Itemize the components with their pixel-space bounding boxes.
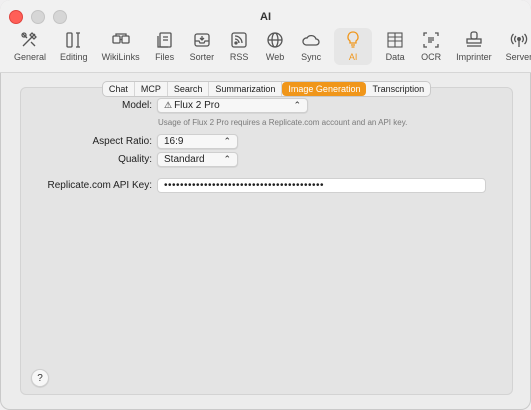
help-button[interactable]: ? [31, 369, 49, 387]
chevron-updown-icon: ⌃ [223, 136, 231, 146]
toolbar-item-sorter[interactable]: Sorter [188, 30, 217, 62]
quality-label: Quality: [118, 154, 152, 165]
toolbar-label: Files [155, 52, 175, 62]
api-key-label: Replicate.com API Key: [47, 180, 153, 191]
segmented-tab-bar: Chat MCP Search Summarization Image Gene… [101, 81, 432, 97]
api-key-field[interactable]: •••••••••••••••••••••••••••••••••••••••• [157, 178, 486, 193]
text-cursor-icon [63, 30, 85, 50]
toolbar-label: Imprinter [456, 52, 492, 62]
toolbar-label: General [14, 52, 47, 62]
chevron-updown-icon: ⌃ [293, 100, 301, 110]
toolbar-label: Editing [60, 52, 88, 62]
stamp-icon [463, 30, 485, 50]
toolbar-label: Data [385, 52, 405, 62]
api-key-row: Replicate.com API Key: •••••••••••••••••… [20, 178, 486, 193]
model-row: Model: ⚠ Flux 2 Pro ⌃ [20, 98, 308, 113]
quality-row: Quality: Standard ⌃ [20, 152, 238, 167]
tab-search[interactable]: Search [168, 82, 210, 96]
lightbulb-icon [342, 30, 364, 50]
preferences-window: AI General Editing WikiLinks Files Sorte… [0, 0, 531, 410]
title-bar: AI General Editing WikiLinks Files Sorte… [0, 0, 531, 73]
tab-summarization[interactable]: Summarization [209, 82, 283, 96]
model-hint: Usage of Flux 2 Pro requires a Replicate… [158, 118, 408, 127]
broadcast-icon [508, 30, 530, 50]
tray-icon [191, 30, 213, 50]
tab-chat[interactable]: Chat [103, 82, 135, 96]
preferences-toolbar: General Editing WikiLinks Files Sorter R… [12, 28, 531, 65]
toolbar-label: Sync [301, 52, 322, 62]
window-title: AI [260, 11, 271, 23]
toolbar-label: Server [505, 52, 531, 62]
toolbar-item-sync[interactable]: Sync [298, 30, 324, 62]
toolbar-label: RSS [229, 52, 249, 62]
warning-triangle-icon: ⚠ [164, 100, 173, 110]
toolbar-item-server[interactable]: Server [504, 30, 531, 62]
tab-transcription[interactable]: Transcription [366, 82, 430, 96]
tab-bar-container: Chat MCP Search Summarization Image Gene… [21, 81, 512, 97]
toolbar-item-web[interactable]: Web [262, 30, 288, 62]
toolbar-item-files[interactable]: Files [152, 30, 178, 62]
toolbar-item-editing[interactable]: Editing [58, 30, 90, 62]
toolbar-item-wikilinks[interactable]: WikiLinks [100, 30, 142, 62]
toolbar-item-general[interactable]: General [12, 30, 48, 62]
wikilinks-icon [110, 30, 132, 50]
aspect-ratio-label: Aspect Ratio: [92, 136, 152, 147]
globe-icon [264, 30, 286, 50]
cloud-icon [300, 30, 322, 50]
aspect-ratio-row: Aspect Ratio: 16:9 ⌃ [20, 134, 238, 149]
toolbar-label: WikiLinks [101, 52, 140, 62]
toolbar-label: OCR [421, 52, 442, 62]
quality-value: Standard [164, 154, 205, 165]
toolbar-item-ai[interactable]: AI [334, 28, 373, 65]
toolbar-item-imprinter[interactable]: Imprinter [454, 30, 494, 62]
rss-icon [228, 30, 250, 50]
quality-popup[interactable]: Standard ⌃ [157, 152, 238, 167]
files-icon [154, 30, 176, 50]
ocr-icon [420, 30, 442, 50]
aspect-ratio-value: 16:9 [164, 136, 184, 147]
tab-image-generation[interactable]: Image Generation [282, 82, 367, 96]
tools-icon [19, 30, 41, 50]
aspect-ratio-popup[interactable]: 16:9 ⌃ [157, 134, 238, 149]
model-label: Model: [121, 100, 152, 111]
toolbar-item-ocr[interactable]: OCR [418, 30, 444, 62]
toolbar-item-data[interactable]: Data [382, 30, 408, 62]
toolbar-item-rss[interactable]: RSS [226, 30, 252, 62]
model-value: Flux 2 Pro [174, 100, 220, 111]
table-icon [384, 30, 406, 50]
chevron-updown-icon: ⌃ [223, 154, 231, 164]
toolbar-label: Sorter [189, 52, 215, 62]
toolbar-label: Web [265, 52, 285, 62]
toolbar-label: AI [348, 52, 358, 62]
model-popup[interactable]: ⚠ Flux 2 Pro ⌃ [157, 98, 308, 113]
tab-mcp[interactable]: MCP [135, 82, 168, 96]
